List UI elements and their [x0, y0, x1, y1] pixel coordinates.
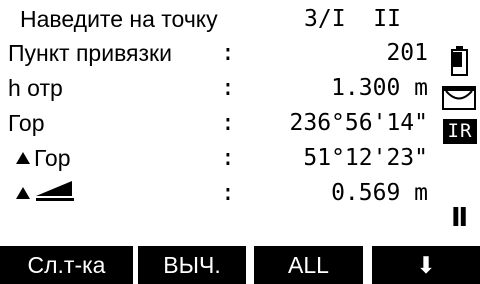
reflector-height-sep: : — [221, 75, 235, 101]
up-triangle-icon — [16, 152, 30, 164]
softkey-all[interactable]: ALL — [254, 246, 363, 284]
delta-horizontal-angle-value: 51°12'23" — [303, 145, 428, 171]
row-delta-slope-distance: : 0.569 m — [8, 178, 428, 208]
level-icon — [442, 86, 476, 110]
reference-point-label: Пункт привязки — [8, 40, 172, 66]
title-bar: Наведите на точку 3/I II — [8, 4, 448, 34]
softkey-down-arrow[interactable]: ⬇ — [372, 246, 480, 284]
row-reference-point: Пункт привязки : 201 — [8, 38, 428, 68]
telescope-face-indicator: Ⅱ — [451, 202, 469, 232]
reflector-height-label: h отр — [8, 75, 63, 101]
page-title: Наведите на точку — [20, 6, 218, 32]
battery-icon — [451, 46, 468, 76]
ir-mode-badge[interactable]: IR — [443, 119, 477, 144]
instrument-screen: Наведите на точку 3/I II Пункт привязки … — [0, 0, 480, 284]
row-delta-horizontal-angle: Гор : 51°12'23" — [8, 143, 428, 173]
reference-point-sep: : — [221, 40, 235, 66]
delta-slope-distance-sep: : — [221, 180, 235, 206]
reflector-height-value[interactable]: 1.300 m — [331, 73, 428, 103]
row-horizontal-angle: Гор : 236°56'14" — [8, 108, 428, 138]
horizontal-angle-value: 236°56'14" — [289, 110, 428, 136]
horizontal-angle-sep: : — [221, 110, 235, 136]
softkey-bar: Сл.т-ка ВЫЧ. ALL ⬇ — [0, 246, 480, 284]
delta-horizontal-angle-sep: : — [221, 145, 235, 171]
slope-distance-icon — [36, 181, 74, 201]
delta-slope-distance-value: 0.569 m — [331, 180, 428, 206]
reference-point-value[interactable]: 201 — [386, 38, 428, 68]
page-indicator: 3/I II — [304, 6, 401, 32]
horizontal-angle-label: Гор — [8, 110, 45, 136]
softkey-compute[interactable]: ВЫЧ. — [138, 246, 246, 284]
softkey-next-point[interactable]: Сл.т-ка — [0, 246, 133, 284]
row-reflector-height: h отр : 1.300 m — [8, 73, 428, 103]
delta-horizontal-angle-label: Гор — [34, 145, 71, 171]
up-triangle-icon — [16, 187, 30, 199]
